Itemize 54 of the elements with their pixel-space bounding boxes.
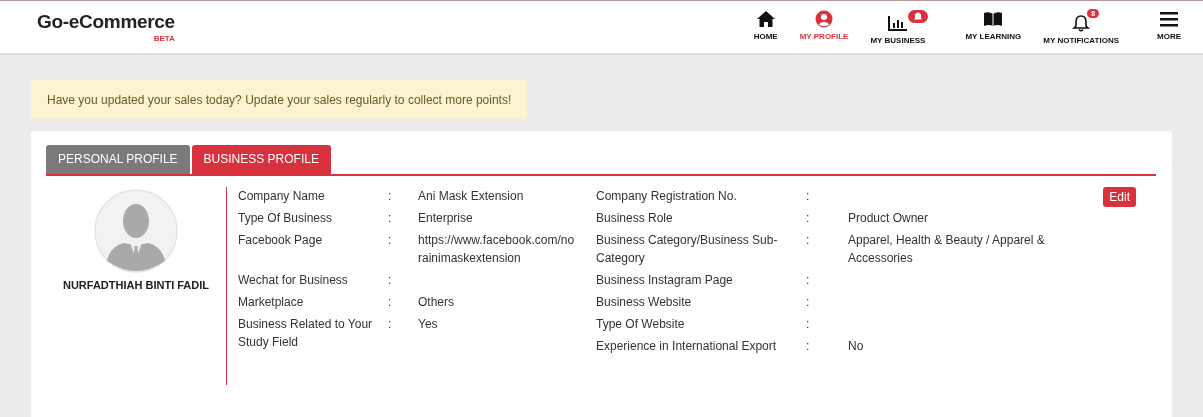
field-label: Business Category/Business Sub-Category: [596, 232, 779, 267]
field-separator: :: [388, 232, 393, 249]
field-value: Product Owner: [848, 210, 930, 227]
field-label: Business Role: [596, 210, 674, 227]
field-separator: :: [806, 338, 811, 355]
field-value: https://www.facebook.com/norainimaskextension: [418, 232, 576, 267]
menu-icon: [1160, 11, 1178, 27]
field-value: Others: [418, 294, 455, 311]
profile-name: NURFADTHIAH BINTI FADIL: [62, 279, 209, 291]
field-separator: :: [806, 316, 811, 333]
field-label: Wechat for Business: [238, 272, 349, 289]
nav-item[interactable]: MY PROFILE: [799, 9, 849, 41]
field-label: Type Of Business: [238, 210, 334, 227]
field-label: Experience in International Export: [596, 338, 778, 355]
field-value: Yes: [418, 316, 439, 333]
book-icon: [983, 11, 1004, 27]
field-separator: :: [388, 272, 393, 289]
field-label: Facebook Page: [238, 232, 324, 249]
field-label: Marketplace: [238, 294, 305, 311]
field-label: Business Instagram Page: [596, 272, 734, 289]
nav-item[interactable]: MY LEARNING: [965, 9, 1022, 41]
field-separator: :: [806, 294, 811, 311]
field-label: Company Name: [238, 188, 326, 205]
field-value: Apparel, Health & Beauty / Apparel & Accessories: [848, 232, 1046, 267]
field-label: Business Related to Your Study Field: [238, 316, 374, 351]
field-separator: :: [806, 188, 811, 205]
field-label: Type Of Website: [596, 316, 686, 333]
nav-item[interactable]: MY BUSINESS: [870, 9, 926, 45]
field-value: No: [848, 338, 865, 355]
field-value: Ani Mask Extension: [418, 188, 525, 205]
profile-tab[interactable]: BUSINESS PROFILE: [191, 145, 331, 174]
field-separator: :: [806, 232, 811, 249]
home-icon: [755, 10, 776, 28]
field-separator: :: [388, 316, 393, 333]
field-label: Company Registration No.: [596, 188, 738, 205]
bar-chart-icon: [887, 15, 908, 31]
profile-tab[interactable]: PERSONAL PROFILE: [46, 145, 190, 174]
field-separator: :: [388, 294, 393, 311]
field-separator: :: [806, 272, 811, 289]
alert-badge-icon: [907, 10, 928, 23]
nav-item[interactable]: MORE: [1157, 9, 1181, 41]
field-separator: :: [388, 188, 393, 205]
edit-button[interactable]: Edit: [1103, 187, 1136, 207]
bell-icon: [1072, 14, 1091, 32]
field-separator: :: [388, 210, 393, 227]
field-separator: :: [806, 210, 811, 227]
field-label: Business Website: [596, 294, 693, 311]
logo-text[interactable]: Go-eCommerce: [37, 11, 175, 33]
avatar-icon: [94, 189, 178, 273]
user-icon: [815, 10, 834, 28]
beta-tag: BETA: [153, 34, 175, 43]
field-value: Enterprise: [418, 210, 474, 227]
nav-item[interactable]: HOME: [753, 9, 778, 41]
notice-banner: Have you updated your sales today? Update your sales regularly to collect more points!: [31, 80, 528, 119]
